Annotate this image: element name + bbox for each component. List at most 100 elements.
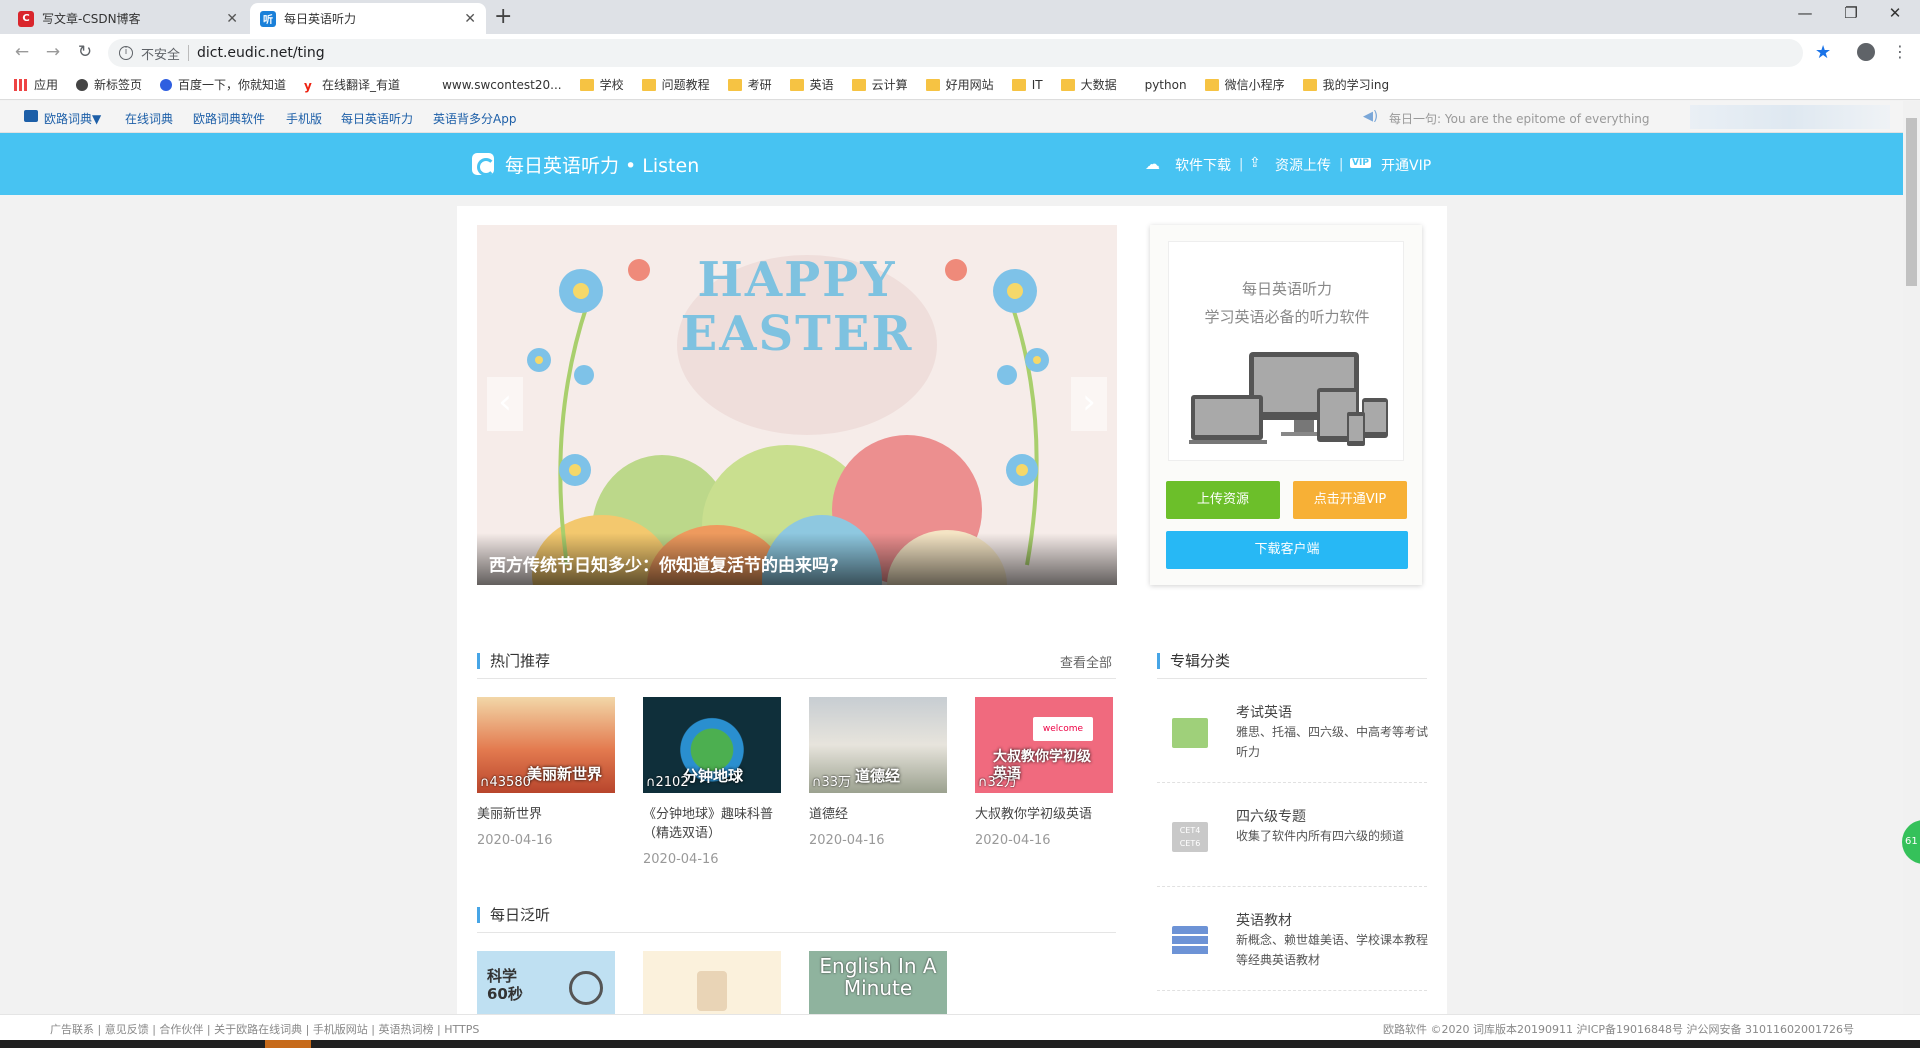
info-icon[interactable]: i (119, 46, 133, 60)
bookmark-folder[interactable]: 好用网站 (925, 76, 994, 93)
restore-icon[interactable]: ❐ (1831, 4, 1871, 22)
nav-eudic-software[interactable]: 欧路词典软件 (193, 110, 265, 127)
forward-icon[interactable]: → (42, 42, 64, 62)
album-thumb[interactable]: English In A Minute (809, 951, 947, 1014)
nav-mobile[interactable]: 手机版 (286, 110, 322, 127)
open-vip-link[interactable]: 开通VIP (1381, 155, 1431, 175)
back-icon[interactable]: ← (11, 42, 33, 62)
album-thumb[interactable]: 道德经 ∩33万 (809, 697, 947, 793)
minimize-icon[interactable]: — (1785, 4, 1825, 22)
footer-link[interactable]: 意见反馈 (105, 1023, 149, 1036)
speaker-icon[interactable]: ◀) (1363, 109, 1378, 124)
banner-caption[interactable]: 西方传统节日知多少：你知道复活节的由来吗? (477, 533, 1117, 585)
footer-link[interactable]: HTTPS (444, 1023, 479, 1036)
divider (1157, 782, 1427, 783)
bookmark-label: 新标签页 (94, 78, 143, 92)
footer-link[interactable]: 手机版网站 (313, 1023, 368, 1036)
thumb-overlay-text: 科学60秒 (487, 967, 523, 1003)
browser-toolbar: ← → ↻ i 不安全 dict.eudic.net/ting ★ ⋮ (0, 34, 1920, 70)
close-tab-icon[interactable]: ✕ (226, 11, 238, 27)
tab-csdn[interactable]: C 写文章-CSDN博客 ✕ (8, 3, 248, 34)
album-thumb[interactable]: 科学60秒 (477, 951, 615, 1014)
upload-resource-button[interactable]: 上传资源 (1166, 481, 1280, 519)
bookmark-folder[interactable]: 微信小程序 (1204, 76, 1285, 93)
bookmark-newtab[interactable]: 新标签页 (76, 76, 142, 93)
baidu-icon (160, 78, 173, 91)
download-client-button[interactable]: 下载客户端 (1166, 531, 1408, 569)
close-tab-icon[interactable]: ✕ (464, 11, 476, 27)
url-text[interactable]: dict.eudic.net/ting (197, 45, 325, 61)
tab-listen[interactable]: 听 每日英语听力 ✕ (250, 3, 486, 34)
page-footer: 广告联系 | 意见反馈 | 合作伙伴 | 关于欧路在线词典 | 手机版网站 | … (0, 1014, 1920, 1040)
bookmark-folder[interactable]: 英语 (789, 76, 834, 93)
footer-link[interactable]: 广告联系 (50, 1023, 94, 1036)
footer-link[interactable]: 合作伙伴 (159, 1023, 203, 1036)
bookmark-baidu[interactable]: 百度一下，你就知道 (160, 76, 286, 93)
category-name[interactable]: 四六级专题 (1236, 806, 1306, 826)
daily-sentence[interactable]: 每日一句: You are the epitome of everything (1389, 110, 1650, 127)
bookmark-folder[interactable]: 考研 (727, 76, 772, 93)
books-icon (1172, 926, 1208, 956)
album-name[interactable]: 大叔教你学初级英语 (975, 805, 1125, 824)
vip-icon: VIP (1350, 158, 1371, 168)
nav-eudic-dropdown[interactable]: 欧路词典▼ (44, 110, 101, 127)
folder-icon (1011, 78, 1026, 91)
hot-section-title: 热门推荐 (477, 653, 550, 669)
tab-strip: C 写文章-CSDN博客 ✕ 听 每日英语听力 ✕ + — ❐ ✕ (0, 0, 1920, 34)
album-thumb[interactable]: welcome 大叔教你学初级英语 ∩32万 (975, 697, 1113, 793)
view-all-link[interactable]: 查看全部 (1060, 652, 1112, 671)
tab-title: 写文章-CSDN博客 (42, 12, 141, 26)
resource-upload-link[interactable]: 资源上传 (1275, 155, 1331, 175)
bookmark-label: www.swcontest20... (442, 77, 562, 92)
album-thumb[interactable]: 分钟地球 ∩2102 (643, 697, 781, 793)
bookmark-label: 英语 (809, 78, 834, 92)
album-date: 2020-04-16 (643, 852, 719, 867)
taskbar-app-icon[interactable] (265, 1040, 311, 1048)
banner-carousel[interactable]: HAPPY EASTER ‹ › 西方传统节日知多少：你知道复活节的由来吗? (477, 225, 1117, 585)
bookmark-youdao[interactable]: y 在线翻译_有道 (304, 76, 400, 93)
reload-icon[interactable]: ↻ (74, 42, 96, 62)
nav-online-dict[interactable]: 在线词典 (125, 110, 173, 127)
plus-icon[interactable]: + (494, 4, 512, 30)
stopwatch-icon (569, 971, 603, 1005)
bookmark-apps[interactable]: 应用 (14, 76, 58, 93)
bookmark-label: 学校 (599, 78, 624, 92)
close-icon[interactable]: ✕ (1875, 4, 1915, 22)
bookmark-swcontest[interactable]: www.swcontest20... (442, 78, 562, 92)
bookmark-folder[interactable]: IT (1011, 78, 1043, 92)
footer-link[interactable]: 英语热词榜 (379, 1023, 434, 1036)
folder-icon (1204, 78, 1219, 91)
play-count: ∩43580 (480, 775, 531, 790)
menu-icon[interactable]: ⋮ (1892, 42, 1908, 61)
next-arrow-icon[interactable]: › (1071, 377, 1107, 431)
bookmark-star-icon[interactable]: ★ (1815, 42, 1831, 63)
bookmark-folder[interactable]: 学校 (579, 76, 624, 93)
software-download-link[interactable]: 软件下载 (1175, 155, 1231, 175)
address-bar[interactable]: i 不安全 dict.eudic.net/ting (108, 39, 1803, 67)
nav-daily-listen[interactable]: 每日英语听力 (341, 110, 413, 127)
album-thumb[interactable]: 美丽新世界 ∩43580 (477, 697, 615, 793)
open-vip-button[interactable]: 点击开通VIP (1293, 481, 1407, 519)
scrollbar-thumb[interactable] (1906, 118, 1917, 286)
folder-icon (1060, 78, 1075, 91)
album-name[interactable]: 美丽新世界 (477, 805, 627, 824)
bookmark-label: 微信小程序 (1224, 78, 1285, 92)
album-thumb[interactable] (643, 951, 781, 1014)
category-name[interactable]: 英语教材 (1236, 910, 1292, 930)
bookmark-label: 好用网站 (945, 78, 994, 92)
account-icon[interactable] (1857, 43, 1875, 61)
bookmark-folder[interactable]: 大数据 (1060, 76, 1117, 93)
bookmark-folder[interactable]: 问题教程 (641, 76, 710, 93)
nav-beiduofen-app[interactable]: 英语背多分App (433, 110, 516, 127)
listen-logo-icon[interactable] (472, 153, 495, 176)
site-title[interactable]: 每日英语听力 • Listen (505, 151, 699, 178)
prev-arrow-icon[interactable]: ‹ (487, 377, 523, 431)
category-name[interactable]: 考试英语 (1236, 702, 1292, 722)
bookmark-python[interactable]: python (1145, 78, 1187, 92)
bookmark-folder[interactable]: 云计算 (851, 76, 908, 93)
album-name[interactable]: 《分钟地球》趣味科普（精选双语） (643, 805, 793, 843)
bookmark-folder[interactable]: 我的学习ing (1302, 76, 1389, 93)
footer-link[interactable]: 关于欧路在线词典 (214, 1023, 302, 1036)
album-name[interactable]: 道德经 (809, 805, 959, 824)
folder-icon (789, 78, 804, 91)
